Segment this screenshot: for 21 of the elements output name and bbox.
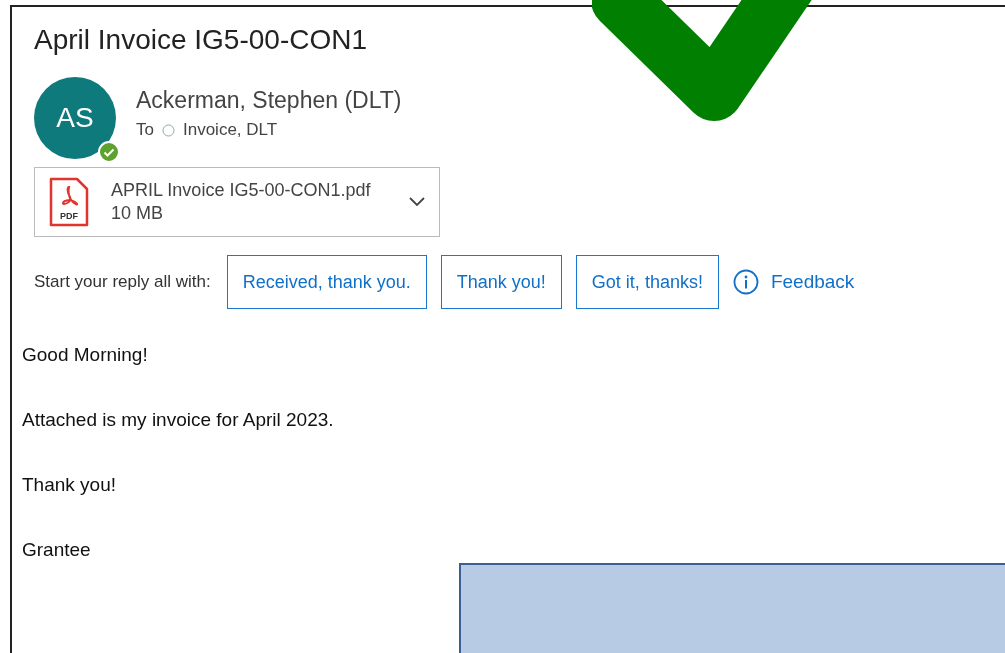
info-icon[interactable] [732,269,759,295]
sender-name[interactable]: Ackerman, Stephen (DLT) [136,87,402,114]
feedback-link[interactable]: Feedback [770,271,855,293]
attachment-card[interactable]: PDF APRIL Invoice IG5-00-CON1.pdf 10 MB [34,167,440,237]
attachment-name: APRIL Invoice IG5-00-CON1.pdf [111,180,372,201]
presence-check-icon [98,141,120,163]
suggested-reply-button[interactable]: Received, thank you. [226,255,427,309]
body-paragraph: Thank you! [22,473,117,497]
email-subject: April Invoice IG5-00-CON1 [34,23,368,57]
pdf-file-icon: PDF [49,177,89,227]
body-paragraph: Attached is my invoice for April 2023. [22,408,335,432]
body-paragraph: Good Morning! [22,343,149,367]
body-paragraph: Grantee [22,538,92,562]
attachment-size: 10 MB [111,203,165,224]
suggested-reply-button[interactable]: Thank you! [440,255,562,309]
to-label: To [136,120,154,140]
status-ring-icon [161,123,175,137]
reply-prompt: Start your reply all with: [34,272,211,292]
recipient-name[interactable]: Invoice, DLT [182,120,278,140]
suggested-reply-button[interactable]: Got it, thanks! [575,255,719,309]
chevron-down-icon[interactable] [409,197,425,207]
